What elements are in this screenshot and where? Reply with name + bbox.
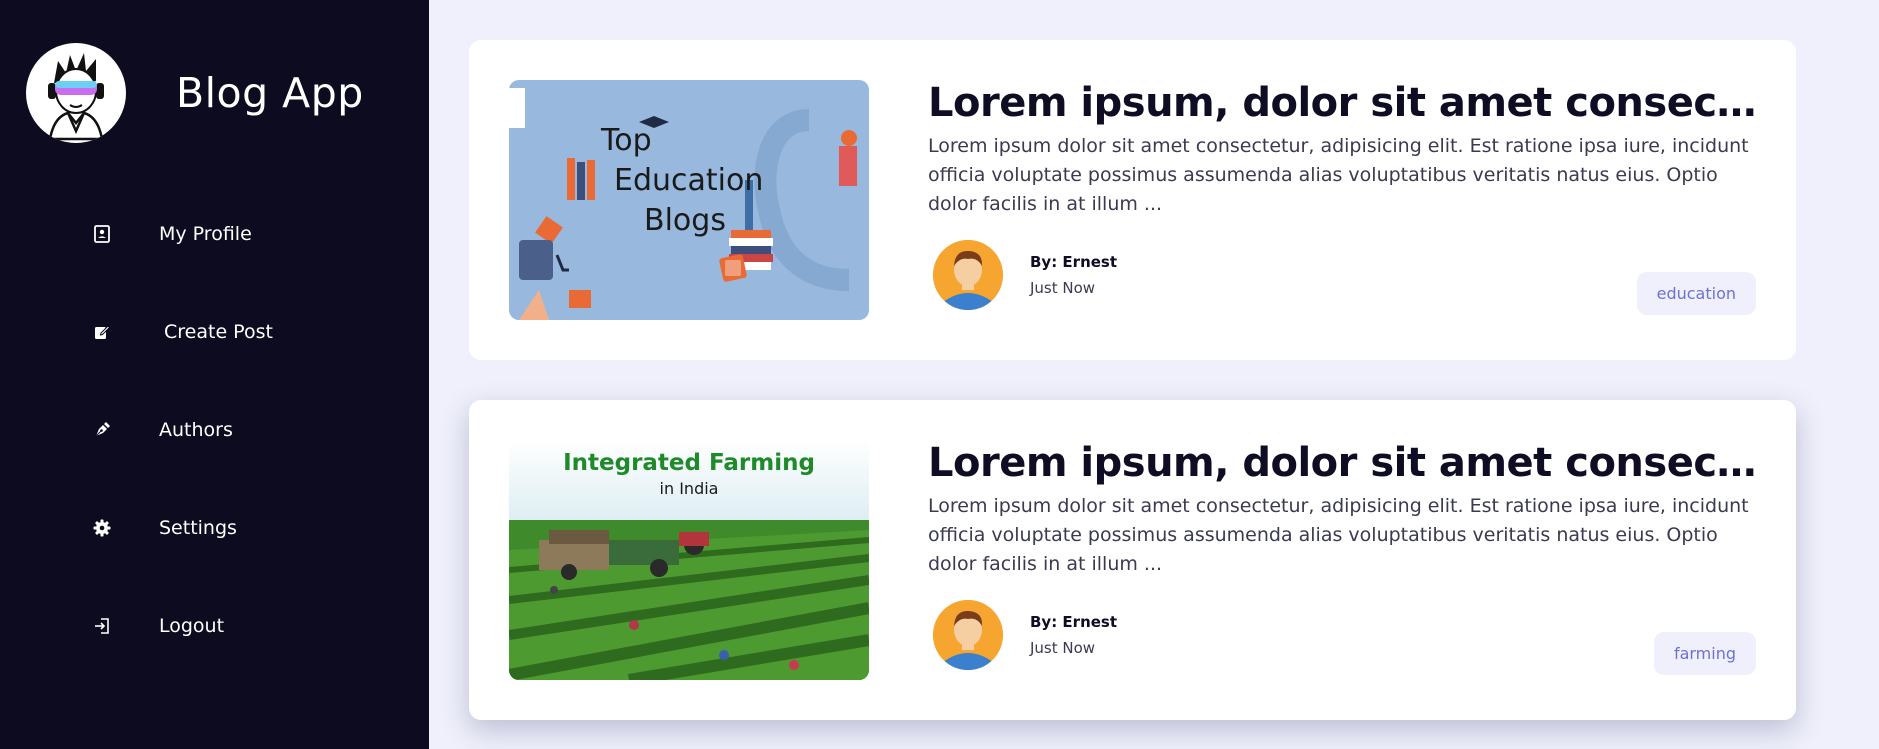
thumb-text: Top <box>600 123 652 158</box>
category-tag[interactable]: farming <box>1653 632 1756 675</box>
sidebar-item-create-post[interactable]: Create Post <box>0 283 429 381</box>
sidebar-item-label: Authors <box>159 419 233 441</box>
post-time: Just Now <box>1030 279 1096 297</box>
sidebar: Blog App My Profile Create Post Authors … <box>0 0 429 749</box>
avatar <box>933 600 1003 670</box>
author-name[interactable]: By: Ernest <box>1030 253 1117 271</box>
post-excerpt: Lorem ipsum dolor sit amet consectetur, … <box>928 495 1749 575</box>
author-info: By: Ernest Just Now <box>1030 253 1117 297</box>
sidebar-item-authors[interactable]: Authors <box>0 381 429 479</box>
thumb-text: Integrated Farming <box>563 450 815 476</box>
sidebar-item-label: Settings <box>159 517 237 539</box>
logout-icon <box>92 616 112 636</box>
sidebar-nav: My Profile Create Post Authors Settings … <box>0 185 429 675</box>
brand: Blog App <box>26 43 364 143</box>
category-tag[interactable]: education <box>1636 272 1756 315</box>
avatar-vr-headset-icon <box>48 53 104 141</box>
post-title[interactable]: Lorem ipsum, dolor sit amet consect... <box>928 80 1758 126</box>
sidebar-item-my-profile[interactable]: My Profile <box>0 185 429 283</box>
post-thumbnail[interactable]: Top Education Blogs <box>509 80 869 320</box>
sidebar-item-label: Create Post <box>164 321 273 343</box>
edit-icon <box>92 322 112 342</box>
education-thumbnail-image: Top Education Blogs <box>509 80 869 320</box>
sidebar-item-logout[interactable]: Logout <box>0 577 429 675</box>
post-title[interactable]: Lorem ipsum, dolor sit amet consect... <box>928 440 1758 486</box>
app-title: Blog App <box>176 69 364 117</box>
sidebar-item-label: My Profile <box>159 223 252 245</box>
post-author: By: Ernest Just Now <box>933 600 1117 670</box>
author-avatar-icon <box>933 600 1003 670</box>
post-card[interactable]: Integrated Farming in India Lorem ipsum,… <box>469 400 1796 720</box>
post-thumbnail[interactable]: Integrated Farming in India <box>509 440 869 680</box>
thumb-text: in India <box>660 479 719 498</box>
post-excerpt: Lorem ipsum dolor sit amet consectetur, … <box>928 135 1749 215</box>
sidebar-item-label: Logout <box>159 615 225 637</box>
gear-icon <box>92 518 112 538</box>
pen-nib-icon <box>92 420 112 440</box>
profile-icon <box>92 224 112 244</box>
farming-thumbnail-image: Integrated Farming in India <box>509 440 869 680</box>
sidebar-item-settings[interactable]: Settings <box>0 479 429 577</box>
avatar <box>933 240 1003 310</box>
author-avatar-icon <box>933 240 1003 310</box>
post-card[interactable]: Top Education Blogs Lorem ipsum, dolor s… <box>469 40 1796 360</box>
post-time: Just Now <box>1030 639 1096 657</box>
author-name[interactable]: By: Ernest <box>1030 613 1117 631</box>
post-author: By: Ernest Just Now <box>933 240 1117 310</box>
thumb-text: Education <box>614 163 763 198</box>
author-info: By: Ernest Just Now <box>1030 613 1117 657</box>
thumb-text: Blogs <box>644 203 726 238</box>
app-logo[interactable] <box>26 43 126 143</box>
